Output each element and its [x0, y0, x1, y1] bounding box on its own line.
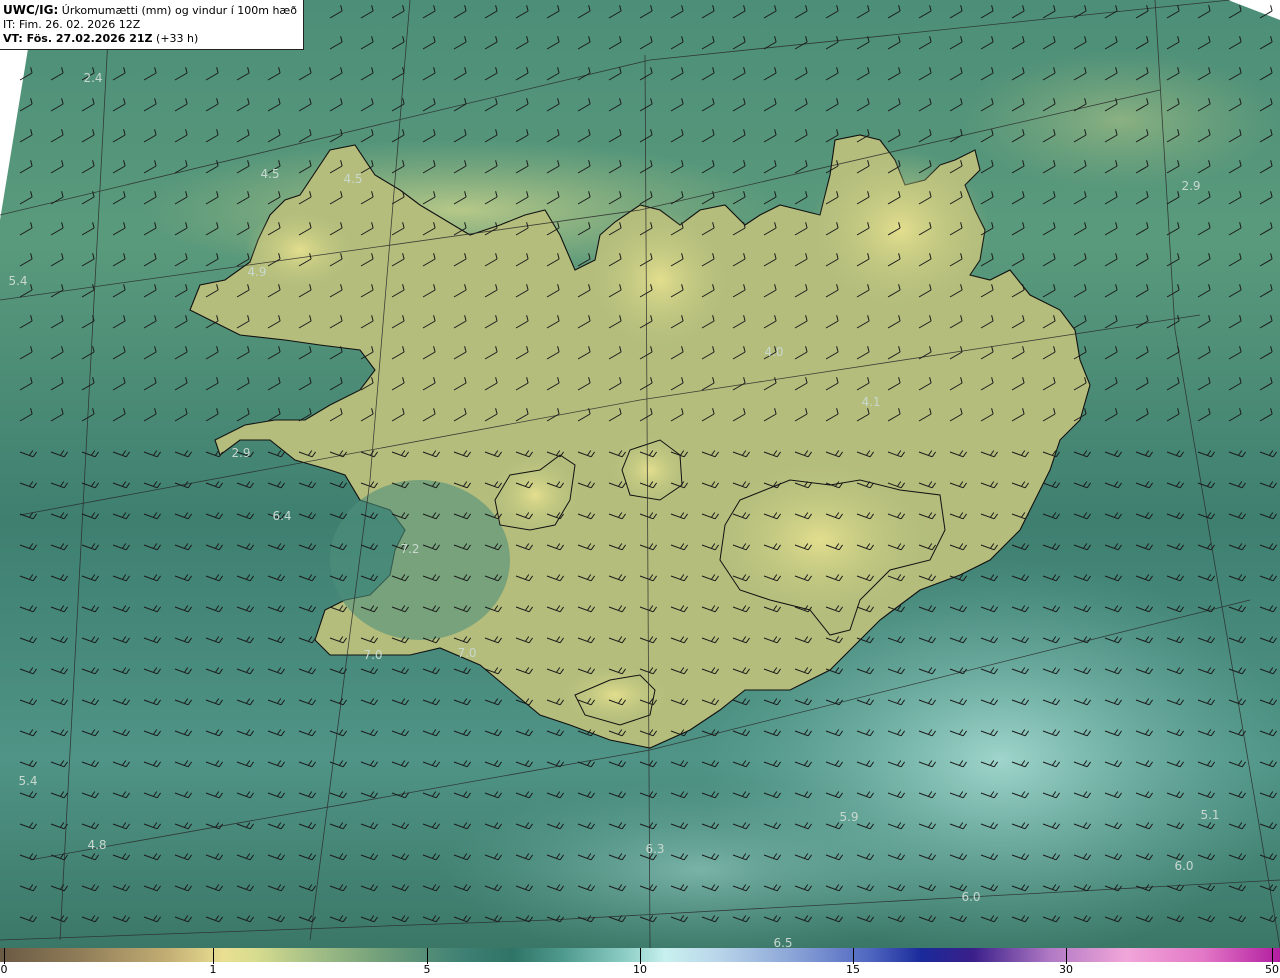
precip-value-label: 4.1 [861, 395, 880, 409]
precip-value-label: 4.9 [247, 265, 266, 279]
precip-value-label: 6.0 [1174, 859, 1193, 873]
precip-value-label: 6.4 [272, 509, 291, 523]
colorbar-tick-mark [1066, 948, 1067, 964]
precip-value-label: 5.1 [1200, 808, 1219, 822]
precip-value-label: 2.4 [83, 71, 102, 85]
precip-value-label: 6.5 [773, 936, 792, 948]
precipitation-wind-map: 2.4 4.5 4.5 5.4 4.9 2.9 6.4 7.2 7.0 7.0 4.0 4.1 2.9 5… [0, 0, 1280, 948]
sw-lowland [330, 480, 510, 640]
colorbar-tick-label: 0 [0, 963, 8, 976]
valid-time: VT: Fös. 27.02.2026 21Z [3, 32, 153, 45]
colorbar-tick-mark [213, 948, 214, 964]
colorbar-tick-label: 15 [846, 963, 860, 976]
precip-value-label: 7.0 [363, 648, 382, 662]
precip-value-label: 7.0 [457, 646, 476, 660]
precip-value-label: 4.0 [764, 345, 783, 359]
colorbar-tick-label: 1 [209, 963, 217, 976]
colorbar-tick-mark [1272, 948, 1273, 964]
precip-value-label: 4.5 [343, 172, 362, 186]
colorbar-tick-mark [4, 948, 5, 964]
precip-value-label: 5.9 [839, 810, 858, 824]
precip-value-label: 4.5 [260, 167, 279, 181]
colorbar-tick-label: 50 [1265, 963, 1279, 976]
map-figure: 2.4 4.5 4.5 5.4 4.9 2.9 6.4 7.2 7.0 7.0 4.0 4.1 2.9 5… [0, 0, 1280, 978]
colorbar-tick-label: 10 [633, 963, 647, 976]
precip-value-label: 5.4 [8, 274, 27, 288]
precip-value-label: 2.9 [231, 446, 250, 460]
precip-value-label: 6.3 [645, 842, 664, 856]
precip-value-label: 5.4 [18, 774, 37, 788]
colorbar-tick-mark [853, 948, 854, 964]
forecast-offset: (+33 h) [152, 32, 199, 45]
precip-value-label: 2.9 [1181, 179, 1200, 193]
precip-value-label: 4.8 [87, 838, 106, 852]
colorbar-tick-mark [640, 948, 641, 964]
ne-band [960, 50, 1280, 190]
map-title: Úrkomumætti (mm) og vindur í 100m hæð [58, 4, 297, 17]
langjokull-yellow [490, 455, 580, 535]
colorbar-tick-mark [427, 948, 428, 964]
colorbar-tick-label: 30 [1059, 963, 1073, 976]
init-time: IT: Fim. 26. 02. 2026 12Z [3, 18, 141, 31]
colorbar-tick-label: 5 [423, 963, 431, 976]
precip-value-label: 6.0 [961, 890, 980, 904]
precip-value-label: 7.2 [400, 542, 419, 556]
model-code: UWC/IG: [3, 3, 59, 17]
map-title-box: UWC/IG: Úrkomumætti (mm) og vindur í 100… [0, 0, 304, 50]
